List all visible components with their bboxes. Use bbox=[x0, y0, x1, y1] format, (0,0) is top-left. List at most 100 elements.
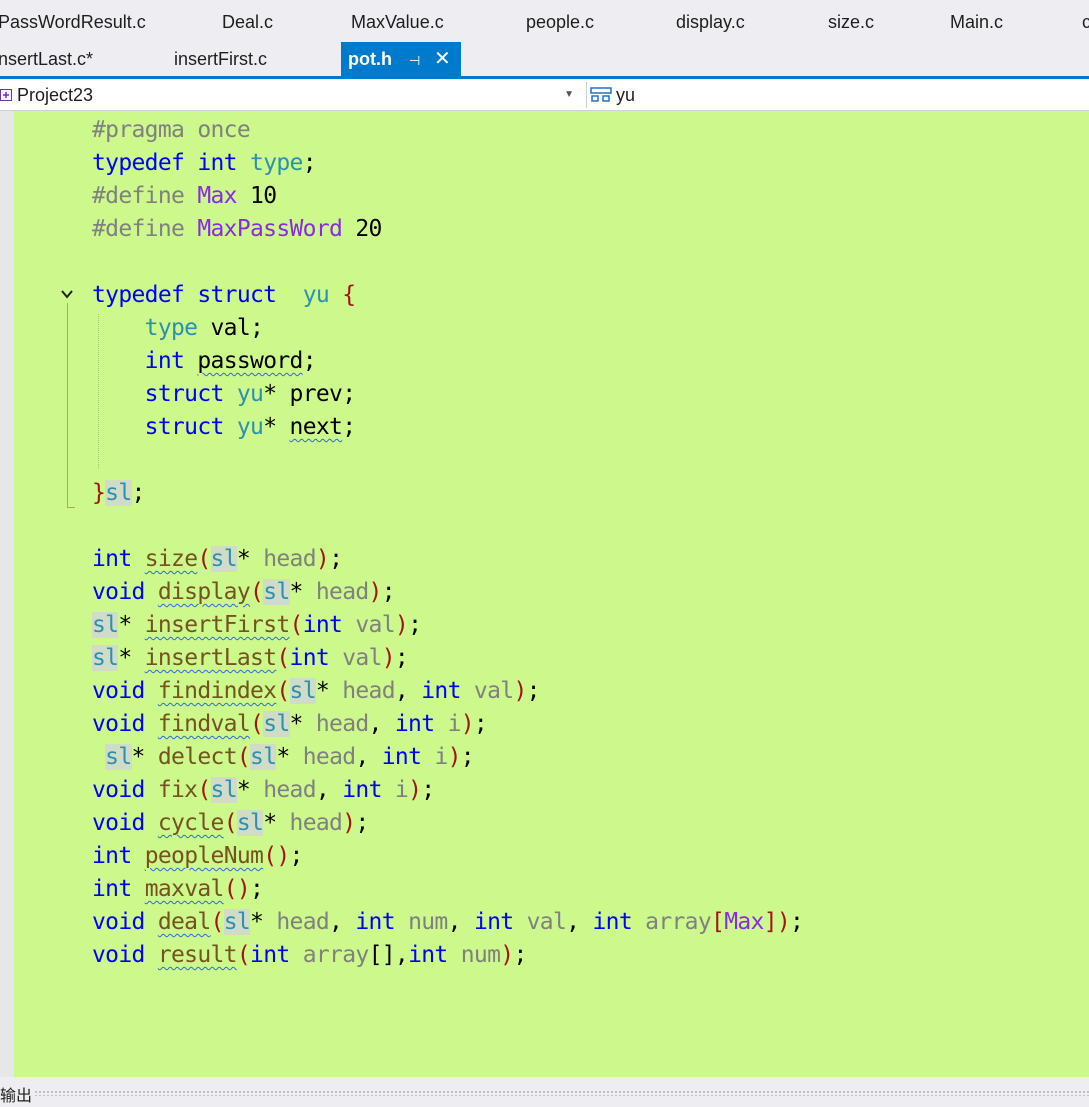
token: ) bbox=[394, 612, 409, 638]
scope-dropdown[interactable]: yu bbox=[586, 82, 1089, 108]
token: sl bbox=[210, 777, 238, 803]
token: { bbox=[342, 282, 356, 308]
token: ; bbox=[790, 909, 804, 935]
token: findval bbox=[157, 711, 251, 737]
token: ) bbox=[368, 579, 383, 605]
token: * bbox=[236, 546, 264, 572]
token: deal bbox=[157, 909, 211, 935]
token: * bbox=[315, 678, 343, 704]
token: sl bbox=[92, 612, 119, 638]
token: , bbox=[355, 744, 382, 770]
token: int bbox=[197, 150, 237, 176]
code-line-6: typedef struct yu { bbox=[92, 279, 356, 312]
token: sl bbox=[263, 711, 290, 737]
tab-overflow[interactable]: c bbox=[1082, 4, 1089, 40]
code-line-16: sl* insertFirst(int val); bbox=[92, 609, 422, 642]
token: yu bbox=[302, 282, 330, 308]
token: head bbox=[276, 909, 330, 935]
tab-deal[interactable]: Deal.c bbox=[222, 4, 273, 40]
close-icon[interactable]: ✕ bbox=[434, 42, 451, 77]
code-line-17: sl* insertLast(int val); bbox=[92, 642, 409, 675]
token: #define bbox=[92, 183, 185, 209]
token: array bbox=[645, 909, 712, 935]
token: () bbox=[223, 876, 251, 902]
token: head bbox=[315, 579, 369, 605]
token: delect bbox=[157, 744, 238, 770]
code-line-7: type val; bbox=[92, 312, 264, 345]
scope-dropdown-label: yu bbox=[616, 85, 636, 105]
token: int bbox=[92, 546, 132, 572]
code-line-21: void fix(sl* head, int i); bbox=[92, 774, 435, 807]
tab-pot-h-active[interactable]: pot.h ⊣ ✕ bbox=[341, 42, 461, 77]
token: cycle bbox=[157, 810, 225, 836]
document-tab-row-1: PassWordResult.c Deal.c MaxValue.c peopl… bbox=[0, 4, 1089, 40]
panel-drag-grip[interactable] bbox=[34, 1090, 1089, 1096]
tab-maxvalue[interactable]: MaxValue.c bbox=[351, 4, 444, 40]
code-editor[interactable]: #pragma once typedef int type; #define M… bbox=[0, 111, 1089, 1077]
token: ] bbox=[763, 909, 778, 935]
tab-passwordresult[interactable]: PassWordResult.c bbox=[0, 4, 146, 40]
token: yu bbox=[236, 414, 264, 440]
token: ) bbox=[500, 942, 514, 968]
token: insertFirst bbox=[144, 612, 291, 638]
token: int bbox=[592, 909, 632, 935]
token: [], bbox=[368, 942, 409, 968]
token: ) bbox=[408, 777, 422, 803]
token: password bbox=[197, 348, 303, 374]
tab-insertfirst[interactable]: insertFirst.c bbox=[174, 42, 267, 77]
token: val bbox=[355, 612, 395, 638]
chevron-down-icon[interactable]: ▼ bbox=[564, 82, 574, 108]
token: ; bbox=[329, 546, 343, 572]
token: ) bbox=[513, 678, 527, 704]
code-line-14: int size(sl* head); bbox=[92, 543, 343, 576]
token: fix bbox=[157, 777, 198, 803]
navigation-bar: Project23 ▼ yu bbox=[0, 80, 1089, 111]
token: void bbox=[92, 942, 145, 968]
tab-people[interactable]: people.c bbox=[526, 4, 594, 40]
token: result bbox=[157, 942, 238, 968]
token: ( bbox=[210, 909, 225, 935]
token: head bbox=[315, 711, 369, 737]
token: sl bbox=[289, 678, 317, 704]
token: int bbox=[92, 876, 132, 902]
fold-chevron-icon[interactable] bbox=[60, 287, 74, 301]
token: next bbox=[289, 414, 343, 440]
code-line-8: int password; bbox=[92, 345, 317, 378]
code-line-22: void cycle(sl* head); bbox=[92, 807, 369, 840]
token: ( bbox=[289, 612, 304, 638]
output-panel-header[interactable]: 输出 bbox=[0, 1077, 1089, 1107]
token: yu bbox=[236, 381, 264, 407]
code-line-25: void deal(sl* head, int num, int val, in… bbox=[92, 906, 804, 939]
tab-main[interactable]: Main.c bbox=[950, 4, 1003, 40]
pin-icon[interactable]: ⊣ bbox=[409, 43, 420, 77]
token: num bbox=[408, 909, 448, 935]
token: sl bbox=[105, 744, 132, 770]
token: , bbox=[394, 678, 422, 704]
token: findindex bbox=[157, 678, 277, 704]
token: int bbox=[381, 744, 422, 770]
token: maxval bbox=[144, 876, 225, 902]
token: once bbox=[197, 117, 251, 143]
code-line-20: sl* delect(sl* head, int i); bbox=[92, 741, 475, 774]
token: void bbox=[92, 711, 145, 737]
token: array bbox=[302, 942, 370, 968]
token: * bbox=[118, 612, 145, 638]
tab-insertlast[interactable]: insertLast.c* bbox=[0, 42, 93, 77]
tab-display[interactable]: display.c bbox=[676, 4, 745, 40]
code-line-24: int maxval(); bbox=[92, 873, 264, 906]
token: sl bbox=[223, 909, 251, 935]
token: ; bbox=[302, 150, 317, 176]
token: peopleNum bbox=[144, 843, 264, 869]
token: head bbox=[302, 744, 356, 770]
project-dropdown[interactable]: Project23 ▼ bbox=[0, 82, 580, 108]
token: i bbox=[447, 711, 462, 737]
token: head bbox=[263, 546, 316, 572]
token: ) bbox=[460, 711, 475, 737]
token: ) bbox=[776, 909, 791, 935]
token: num bbox=[460, 942, 501, 968]
token: ( bbox=[223, 810, 238, 836]
token: typedef bbox=[92, 150, 185, 176]
token: int bbox=[250, 942, 290, 968]
active-tab-accent-line bbox=[0, 76, 1089, 79]
tab-size[interactable]: size.c bbox=[828, 4, 874, 40]
